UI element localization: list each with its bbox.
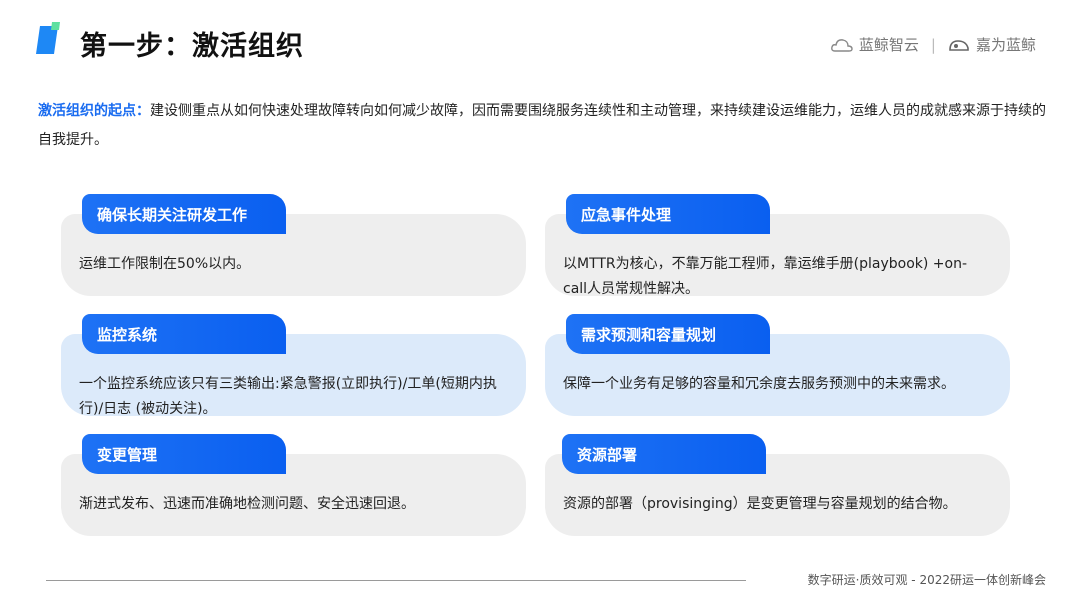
card-text: 以MTTR为核心，不靠万能工程师，靠运维手册(playbook) +on-cal… [563, 256, 968, 297]
card-tag: 变更管理 [82, 434, 286, 474]
card-tag: 需求预测和容量规划 [566, 314, 770, 354]
card-text: 渐进式发布、迅速而准确地检测问题、安全迅速回退。 [79, 496, 415, 512]
brand-logos: 蓝鲸智云 | 嘉为蓝鲸 [831, 34, 1036, 55]
cloud-logo-icon [831, 38, 853, 52]
card-text: 一个监控系统应该只有三类输出:紧急警报(立即执行)/工单(短期内执行)/日志 (… [79, 376, 497, 417]
card-tag: 监控系统 [82, 314, 286, 354]
card-text: 运维工作限制在50%以内。 [79, 256, 251, 272]
card-text: 资源的部署（provisinging）是变更管理与容量规划的结合物。 [563, 496, 957, 512]
card-text: 保障一个业务有足够的容量和冗余度去服务预测中的未来需求。 [563, 376, 955, 392]
footer-divider [46, 580, 746, 581]
logo-left-text: 蓝鲸智云 [858, 36, 919, 54]
whale-logo-icon [949, 39, 969, 51]
logo-separator: | [930, 35, 936, 54]
intro-text: 建设侧重点从如何快速处理故障转向如何减少故障，因而需要围绕服务连续性和主动管理，… [38, 103, 1046, 148]
title-accent-icon [36, 22, 60, 54]
card-tag: 确保长期关注研发工作 [82, 194, 286, 234]
card-tag: 资源部署 [562, 434, 766, 474]
logo-right-text: 嘉为蓝鲸 [975, 36, 1036, 54]
page-title: 第一步：激活组织 [80, 31, 304, 62]
footer-text: 数字研运·质效可观 - 2022研运一体创新峰会 [807, 573, 1046, 587]
intro-paragraph: 激活组织的起点：建设侧重点从如何快速处理故障转向如何减少故障，因而需要围绕服务连… [38, 97, 1048, 155]
card-tag: 应急事件处理 [566, 194, 770, 234]
intro-highlight: 激活组织的起点： [38, 103, 150, 119]
